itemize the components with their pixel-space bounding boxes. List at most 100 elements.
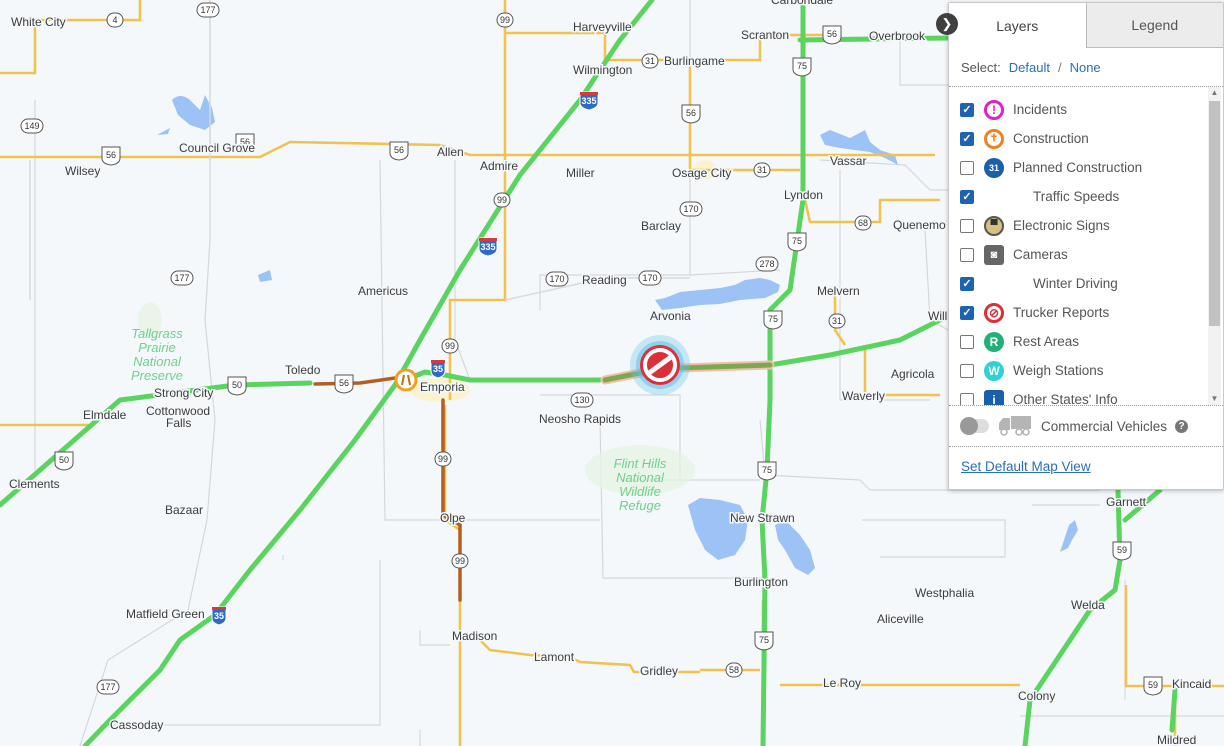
place-label: Garnett <box>1106 495 1147 509</box>
layer-label: Construction <box>1013 131 1089 146</box>
interstate-shield: 35 <box>211 606 227 626</box>
us-route-shield: 56 <box>101 146 121 166</box>
place-label: Americus <box>358 284 408 298</box>
svg-text:56: 56 <box>686 108 696 118</box>
layer-checkbox[interactable] <box>960 131 974 146</box>
layer-checkbox[interactable] <box>960 189 974 204</box>
select-default-link[interactable]: Default <box>1009 60 1050 75</box>
us-route-shield: 59 <box>1143 676 1163 696</box>
svg-text:130: 130 <box>574 395 589 405</box>
us-route-shield: 56 <box>334 374 354 394</box>
place-label: Neosho Rapids <box>539 412 621 426</box>
place-label: Lyndon <box>784 188 823 202</box>
place-label: Quenemo <box>893 218 946 232</box>
place-label: Admire <box>480 159 518 173</box>
interstate-shield: 335 <box>579 91 599 111</box>
place-label: Reading <box>582 273 627 287</box>
place-label: Strong City <box>154 386 213 400</box>
layer-label: Rest Areas <box>1013 334 1080 349</box>
select-none-link[interactable]: None <box>1070 60 1101 75</box>
place-label: Melvern <box>817 284 860 298</box>
layer-checkbox[interactable] <box>960 247 974 262</box>
tab-layers[interactable]: Layers <box>949 3 1086 48</box>
place-label: Matfield Green <box>126 607 205 621</box>
winter-driving-swatch <box>984 274 1024 294</box>
scrollbar-thumb[interactable] <box>1209 101 1220 326</box>
commercial-vehicles-toggle[interactable] <box>960 417 989 435</box>
place-label: Miller <box>566 166 595 180</box>
weigh-station-icon: W <box>984 360 1004 381</box>
svg-text:99: 99 <box>497 195 507 205</box>
layer-item[interactable]: ! Incidents <box>949 95 1223 124</box>
state-route-shield: 99 <box>441 338 459 354</box>
layer-item[interactable]: ◙ Cameras <box>949 240 1223 269</box>
svg-text:75: 75 <box>762 465 772 475</box>
place-label: Aliceville <box>877 612 924 626</box>
park-label: Wildlife <box>619 484 661 499</box>
svg-text:99: 99 <box>445 341 455 351</box>
layer-checkbox[interactable] <box>960 160 974 175</box>
trucker-report-marker-icon[interactable] <box>630 335 690 395</box>
panel-collapse-button[interactable]: ❯ <box>936 13 958 35</box>
place-label: Falls <box>166 416 191 430</box>
park-label: Tallgrass <box>131 326 183 341</box>
state-route-shield: 4 <box>106 12 124 28</box>
place-label: Cassoday <box>110 718 163 732</box>
state-route-shield: 177 <box>170 270 194 286</box>
layer-checkbox[interactable] <box>960 102 974 117</box>
layer-checkbox[interactable] <box>960 218 974 233</box>
layer-item[interactable]: W Weigh Stations <box>949 356 1223 385</box>
layer-item[interactable]: R Rest Areas <box>949 327 1223 356</box>
us-route-shield: 75 <box>757 461 777 481</box>
state-route-shield: 68 <box>854 215 872 231</box>
layer-checkbox[interactable] <box>960 334 974 349</box>
select-label: Select: <box>961 59 1001 75</box>
interstate-shield: 335 <box>478 237 498 257</box>
commercial-vehicles-label: Commercial Vehicles <box>1041 418 1168 434</box>
svg-text:50: 50 <box>232 380 242 390</box>
layer-checkbox[interactable] <box>960 276 974 291</box>
layer-checkbox[interactable] <box>960 305 974 320</box>
layer-label: Weigh Stations <box>1013 363 1104 378</box>
commercial-vehicles-row: Commercial Vehicles ? <box>949 406 1223 447</box>
state-route-shield: 149 <box>20 118 44 134</box>
place-label: Westphalia <box>915 586 974 600</box>
layer-item[interactable]: Traffic Speeds <box>949 182 1223 211</box>
us-route-shield: 75 <box>754 631 774 651</box>
svg-text:50: 50 <box>59 455 69 465</box>
construction-marker-icon[interactable] <box>394 368 418 392</box>
svg-text:35: 35 <box>214 611 224 621</box>
state-route-shield: 170 <box>679 201 703 217</box>
state-route-shield: 278 <box>755 256 779 272</box>
us-route-shield: 59 <box>1112 541 1132 561</box>
us-route-shield: 56 <box>822 25 842 45</box>
set-default-map-view-link[interactable]: Set Default Map View <box>961 459 1091 474</box>
place-label: Elmdale <box>83 408 127 422</box>
lakes <box>157 95 1078 575</box>
help-icon[interactable]: ? <box>1175 419 1189 433</box>
layer-checkbox[interactable] <box>960 363 974 378</box>
place-label: Clements <box>9 477 60 491</box>
place-label: Wilmington <box>573 63 632 77</box>
svg-text:31: 31 <box>757 165 767 175</box>
layer-item[interactable]: ▀ Electronic Signs <box>949 211 1223 240</box>
state-route-shield: 31 <box>641 53 659 69</box>
layer-item[interactable]: ✝ Construction <box>949 124 1223 153</box>
layer-item[interactable]: i Other States' Info <box>949 385 1223 405</box>
layer-item[interactable]: ⊘ Trucker Reports <box>949 298 1223 327</box>
svg-text:75: 75 <box>768 314 778 324</box>
us-route-shield: 50 <box>54 451 74 471</box>
svg-text:99: 99 <box>438 454 448 464</box>
tab-legend[interactable]: Legend <box>1085 3 1223 48</box>
layer-label: Trucker Reports <box>1013 305 1110 320</box>
layer-checkbox[interactable] <box>960 392 974 405</box>
svg-text:56: 56 <box>106 150 116 160</box>
place-label: New Strawn <box>730 511 795 525</box>
scroll-down-icon[interactable]: ▼ <box>1208 393 1221 405</box>
layer-item[interactable]: 31 Planned Construction <box>949 153 1223 182</box>
svg-text:170: 170 <box>642 273 657 283</box>
scroll-up-icon[interactable]: ▲ <box>1208 87 1221 99</box>
place-label: Madison <box>452 629 497 643</box>
layer-item[interactable]: Winter Driving <box>949 269 1223 298</box>
layer-list-scrollbar[interactable]: ▲ ▼ <box>1208 87 1221 405</box>
